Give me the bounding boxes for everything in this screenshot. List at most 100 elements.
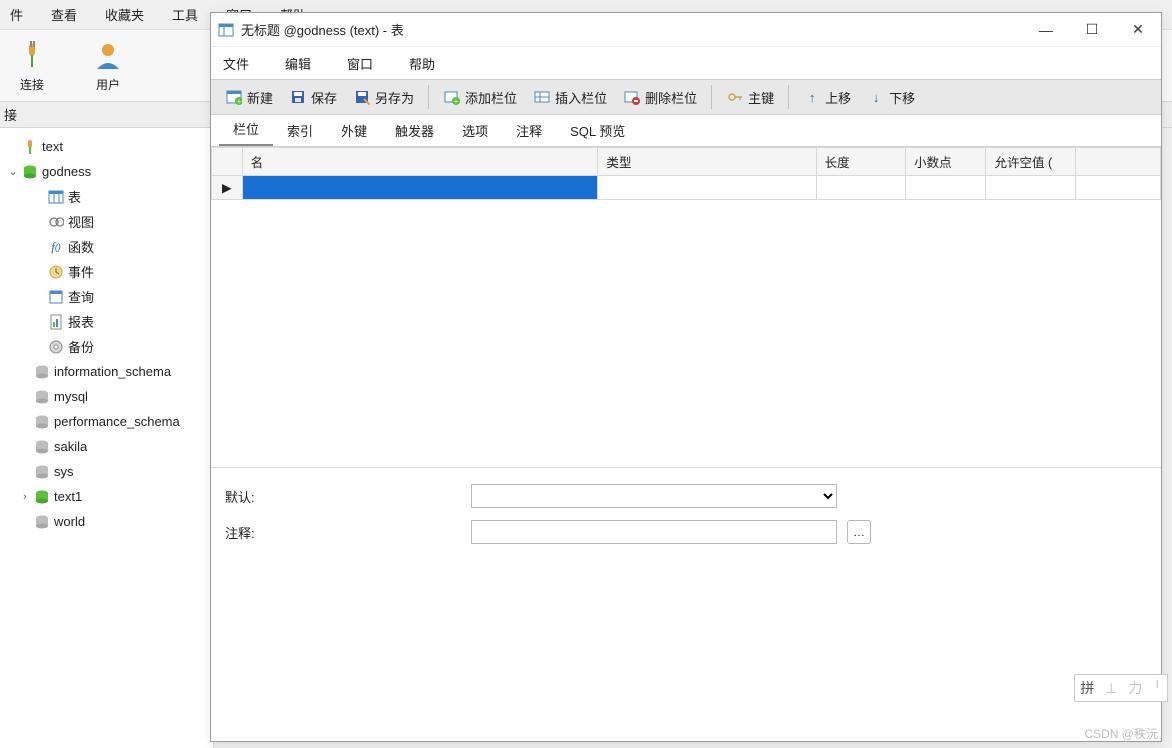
tab-comment[interactable]: 注释 [502,115,556,146]
cell-name-active[interactable] [242,176,598,200]
tree-db-text1[interactable]: › text1 [0,484,213,509]
prop-comment-more-button[interactable]: … [847,520,871,544]
chevron-down-icon: ⌄ [6,165,20,178]
tree-node-functions[interactable]: f() 函数 [0,234,213,259]
col-allow-null[interactable]: 允许空值 ( [986,148,1076,176]
view-icon [46,214,66,230]
close-button[interactable]: ✕ [1115,13,1161,46]
tree-node-queries[interactable]: 查询 [0,284,213,309]
btn-save-as[interactable]: 另存为 [345,83,422,111]
designer-menu-bar: 文件 编辑 窗口 帮助 [211,47,1161,79]
tree-node-views[interactable]: 视图 [0,209,213,234]
database-icon [32,514,52,530]
tree-db-performance-schema[interactable]: performance_schema [0,409,213,434]
connection-tree[interactable]: text ⌄ godness 表 视图 f() 函数 [0,128,214,748]
toolbar-separator [788,85,789,109]
btn-move-down[interactable]: ↓ 下移 [859,83,923,111]
tab-options[interactable]: 选项 [448,115,502,146]
fields-grid[interactable]: 名 类型 长度 小数点 允许空值 ( ▶ [211,147,1161,200]
cell-allow-null[interactable] [986,176,1076,200]
database-icon [32,489,52,505]
add-field-icon: + [443,88,461,106]
svg-text:+: + [454,97,459,105]
tab-foreign-keys[interactable]: 外键 [327,115,381,146]
ime-indicator[interactable]: 拼 ⊥ 力 ╵ [1074,674,1168,702]
btn-delete-field[interactable]: 删除栏位 [615,83,705,111]
toolbar-connect-label: 连接 [20,76,44,93]
btn-new[interactable]: + 新建 [217,83,281,111]
database-icon [32,464,52,480]
grid-header-row: 名 类型 长度 小数点 允许空值 ( [212,148,1161,176]
ime-glyph: 拼 [1080,678,1094,698]
prop-comment-input[interactable] [471,520,837,544]
dmenu-file[interactable]: 文件 [223,54,267,73]
tab-sql-preview[interactable]: SQL 预览 [556,115,639,146]
user-icon [90,38,126,74]
tree-db-sakila[interactable]: sakila [0,434,213,459]
database-icon [20,164,40,180]
field-properties: 默认: 注释: … [211,467,1161,560]
svg-text:+: + [237,97,242,105]
ime-glyph: 力 [1128,678,1142,698]
menu-file-partial[interactable]: 件 [0,0,37,29]
tree-db-information-schema[interactable]: information_schema [0,359,213,384]
tree-db-mysql[interactable]: mysql [0,384,213,409]
col-name[interactable]: 名 [242,148,598,176]
btn-move-up[interactable]: ↑ 上移 [795,83,859,111]
tree-connection-text[interactable]: text [0,134,213,159]
save-as-icon [353,88,371,106]
fields-grid-area[interactable]: 名 类型 长度 小数点 允许空值 ( ▶ [211,147,1161,467]
titlebar[interactable]: 无标题 @godness (text) - 表 — ☐ ✕ [211,13,1161,47]
tree-db-sys[interactable]: sys [0,459,213,484]
menu-view[interactable]: 查看 [37,0,91,29]
ime-glyph: ⊥ [1105,680,1117,697]
arrow-up-icon: ↑ [803,88,821,106]
prop-default-select[interactable] [471,484,837,508]
col-type[interactable]: 类型 [598,148,816,176]
tab-indexes[interactable]: 索引 [273,115,327,146]
cell-length[interactable] [816,176,906,200]
col-length[interactable]: 长度 [816,148,906,176]
menu-favorites[interactable]: 收藏夹 [91,0,158,29]
btn-add-field[interactable]: + 添加栏位 [435,83,525,111]
arrow-down-icon: ↓ [867,88,885,106]
tab-triggers[interactable]: 触发器 [381,115,448,146]
tree-node-reports[interactable]: 报表 [0,309,213,334]
table-icon [46,189,66,205]
tree-db-world[interactable]: world [0,509,213,534]
dmenu-help[interactable]: 帮助 [409,54,453,73]
window-title: 无标题 @godness (text) - 表 [241,20,1023,39]
database-icon [32,364,52,380]
delete-field-icon [623,88,641,106]
btn-insert-field[interactable]: 插入栏位 [525,83,615,111]
maximize-button[interactable]: ☐ [1069,13,1115,46]
toolbar-separator [428,85,429,109]
dmenu-edit[interactable]: 编辑 [285,54,329,73]
col-decimal[interactable]: 小数点 [906,148,986,176]
tree-db-godness[interactable]: ⌄ godness [0,159,213,184]
grid-row[interactable]: ▶ [212,176,1161,200]
btn-save[interactable]: 保存 [281,83,345,111]
prop-comment-label: 注释: [225,523,461,542]
sub-header-label: 接 [4,105,17,124]
backup-icon [46,339,66,355]
ime-glyph: ╵ [1153,680,1161,697]
report-icon [46,314,66,330]
event-icon [46,264,66,280]
tree-node-tables[interactable]: 表 [0,184,213,209]
dmenu-window[interactable]: 窗口 [347,54,391,73]
cell-decimal[interactable] [906,176,986,200]
tree-node-events[interactable]: 事件 [0,259,213,284]
cell-type[interactable] [598,176,816,200]
tab-fields[interactable]: 栏位 [219,113,273,146]
btn-primary-key[interactable]: 主键 [718,83,782,111]
tree-node-backups[interactable]: 备份 [0,334,213,359]
row-indicator-icon: ▶ [212,176,243,200]
toolbar-user-button[interactable]: 用户 [90,38,126,93]
toolbar-connect-button[interactable]: 连接 [14,38,50,93]
minimize-button[interactable]: — [1023,13,1069,46]
toolbar-user-label: 用户 [96,76,120,93]
menu-tools[interactable]: 工具 [158,0,212,29]
prop-default-label: 默认: [225,487,461,506]
new-icon: + [225,88,243,106]
